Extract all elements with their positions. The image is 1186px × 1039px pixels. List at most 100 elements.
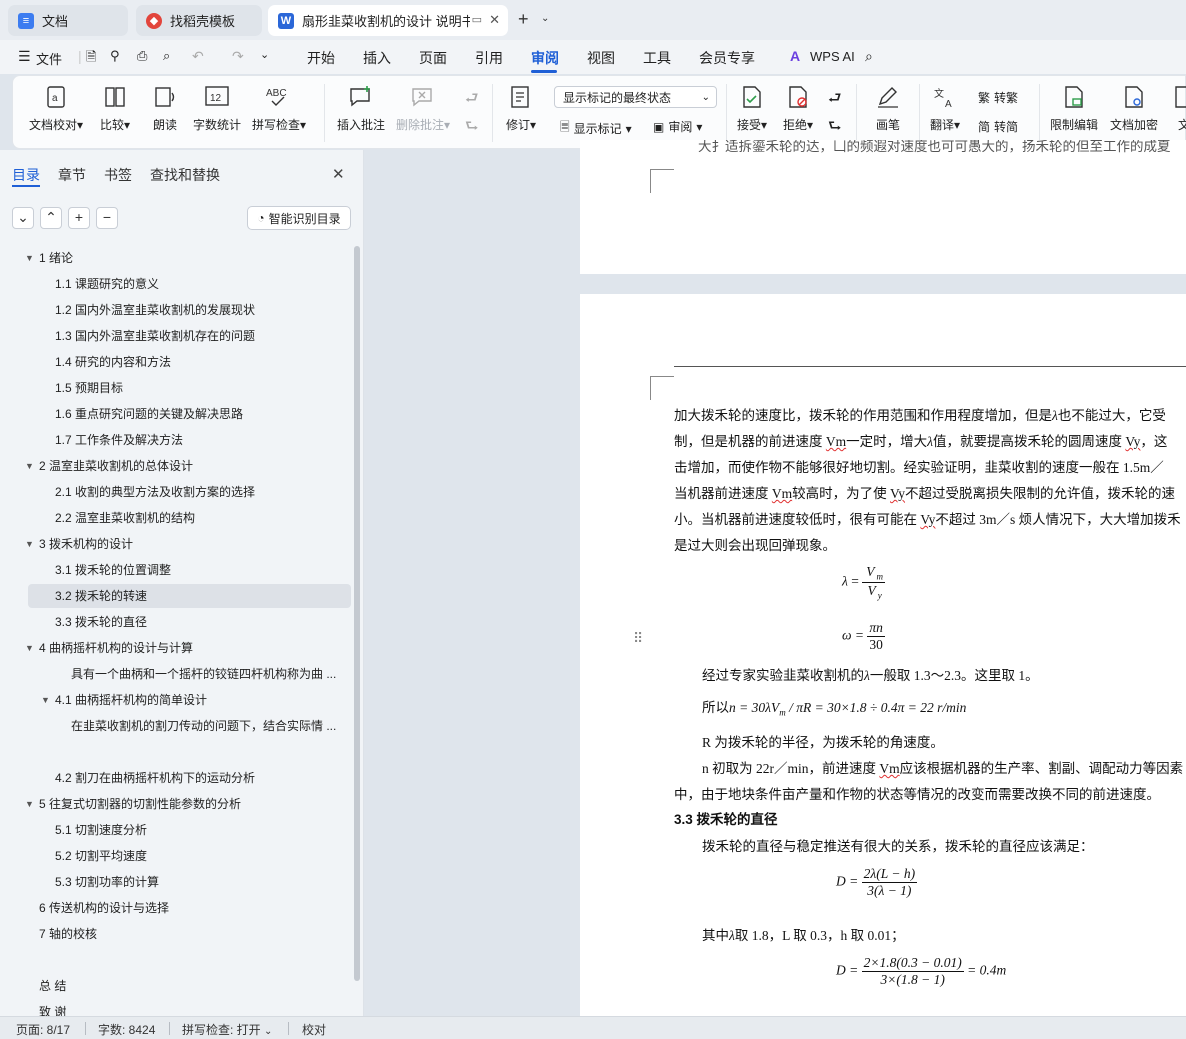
compare-button[interactable]: 比较▾ <box>100 84 130 133</box>
insert-comment-button[interactable]: 插入批注 <box>337 84 385 133</box>
add-heading-button[interactable]: + <box>68 207 90 229</box>
toc-item[interactable] <box>0 740 350 764</box>
restrict-edit-button[interactable]: 限制编辑 <box>1050 84 1098 133</box>
menu-start[interactable]: 开始 <box>307 48 335 68</box>
menu-page[interactable]: 页面 <box>419 48 447 68</box>
save-icon[interactable]: 🗎 <box>86 48 96 70</box>
search-icon[interactable]: ⌕ <box>865 48 873 65</box>
read-aloud-button[interactable]: 朗读 <box>152 84 178 133</box>
expand-triangle-icon[interactable]: ▼ <box>25 454 34 478</box>
word-count-button[interactable]: 12 字数统计 <box>193 84 241 133</box>
pen-button[interactable]: 画笔 <box>875 84 901 133</box>
tab-bookmarks[interactable]: 书签 <box>104 165 132 185</box>
toc-item[interactable]: ▼ 1 绪论 <box>0 246 350 270</box>
close-icon[interactable]: ✕ <box>489 12 500 28</box>
redo-icon[interactable]: ↷ <box>232 48 244 65</box>
chevron-down-icon[interactable]: ⌄ <box>541 13 549 24</box>
menu-file[interactable]: 文件 <box>36 49 62 68</box>
page-indicator[interactable]: 页面: 8/17 <box>16 1021 70 1038</box>
encrypt-button[interactable]: 文档加密 <box>1110 84 1158 133</box>
toc-item[interactable]: 5.1 切割速度分析 <box>0 818 350 842</box>
toc-item[interactable]: ▼ 2 温室韭菜收割机的总体设计 <box>0 454 350 478</box>
toc-item[interactable]: 1.3 国内外温室韭菜收割机存在的问题 <box>0 324 350 348</box>
menu-insert[interactable]: 插入 <box>363 48 391 68</box>
toc-item[interactable]: 1.6 重点研究问题的关键及解决思路 <box>0 402 350 426</box>
print-preview-icon[interactable]: ⌕ <box>163 48 170 64</box>
toc-item[interactable]: 1.2 国内外温室韭菜收割机的发展现状 <box>0 298 350 322</box>
menu-wps-ai[interactable]: WPS AI <box>810 49 855 64</box>
document-page-current[interactable]: 加大拨禾轮的速度比，拨禾轮的作用范围和作用程度增加，但是λ也不能过大，它受 制，… <box>580 294 1186 1016</box>
translate-button[interactable]: 文A 翻译▾ <box>930 84 960 133</box>
toc-item[interactable]: ▼ 4 曲柄摇杆机构的设计与计算 <box>0 636 350 660</box>
next-comment-icon[interactable]: ⮑ <box>465 116 479 141</box>
show-markup-button[interactable]: 🗏 显示标记 ▾ <box>560 118 632 139</box>
expand-triangle-icon[interactable]: ▼ <box>25 246 34 270</box>
revise-button[interactable]: 修订▾ <box>506 84 536 133</box>
toc-item[interactable]: 总 结 <box>0 974 350 998</box>
remove-heading-button[interactable]: − <box>96 207 118 229</box>
simp-button[interactable]: 简转简 <box>978 118 1018 135</box>
toc-item[interactable]: 1.4 研究的内容和方法 <box>0 350 350 374</box>
delete-comment-button[interactable]: 删除批注▾ <box>396 84 450 133</box>
toc-item[interactable]: 7 轴的校核 <box>0 922 350 946</box>
toc-item[interactable]: ▼ 5 往复式切割器的切割性能参数的分析 <box>0 792 350 816</box>
toc-item[interactable]: 3.3 拨禾轮的直径 <box>0 610 350 634</box>
drag-handle-icon[interactable]: ⠿ <box>633 630 643 647</box>
new-tab-icon[interactable]: + <box>518 9 529 30</box>
toc-item[interactable]: 1.5 预期目标 <box>0 376 350 400</box>
toc-item[interactable]: 5.3 切割功率的计算 <box>0 870 350 894</box>
smart-toc-button[interactable]: ◔ 智能识别目录 <box>247 206 351 230</box>
word-count-indicator[interactable]: 字数: 8424 <box>98 1021 155 1038</box>
spell-check-button[interactable]: ABC 拼写检查▾ <box>252 84 306 133</box>
menu-view[interactable]: 视图 <box>587 48 615 68</box>
expand-triangle-icon[interactable]: ▼ <box>25 792 34 816</box>
tab-toc[interactable]: 目录 <box>12 165 40 185</box>
close-panel-icon[interactable]: ✕ <box>332 165 345 183</box>
share-icon[interactable]: ⚲ <box>110 48 120 64</box>
reject-button[interactable]: 拒绝▾ <box>783 84 813 133</box>
tab-sections[interactable]: 章节 <box>58 165 86 185</box>
toc-item[interactable]: 2.2 温室韭菜收割机的结构 <box>0 506 350 530</box>
tab-docer[interactable]: ◆ 找稻壳模板 <box>136 5 262 36</box>
toc-item[interactable]: 5.2 切割平均速度 <box>0 844 350 868</box>
toc-item[interactable]: 1.7 工作条件及解决方法 <box>0 428 350 452</box>
toc-item[interactable]: ▼ 4.1 曲柄摇杆机构的简单设计 <box>0 688 350 712</box>
expand-triangle-icon[interactable]: ▼ <box>25 532 34 556</box>
accept-button[interactable]: 接受▾ <box>737 84 767 133</box>
doc-check-button[interactable]: a 文档校对▾ <box>29 84 83 133</box>
next-change-icon[interactable]: ⮑ <box>828 116 842 141</box>
trad-button[interactable]: 繁转繁 <box>978 89 1018 106</box>
toc-item[interactable]: 具有一个曲柄和一个摇杆的铰链四杆机构称为曲 ... <box>0 662 350 686</box>
expand-triangle-icon[interactable]: ▼ <box>41 688 50 712</box>
toc-item[interactable]: ▼ 3 拨禾机构的设计 <box>0 532 350 556</box>
toc-item[interactable]: 在韭菜收割机的割刀传动的问题下，结合实际情 ... <box>0 714 350 738</box>
proofread-indicator[interactable]: 校对 <box>302 1021 326 1038</box>
menu-review[interactable]: 审阅 <box>531 48 559 68</box>
toc-item[interactable]: 4.2 割刀在曲柄摇杆机构下的运动分析 <box>0 766 350 790</box>
toc-item[interactable]: 3.1 拨禾轮的位置调整 <box>0 558 350 582</box>
collapse-down-button[interactable]: ⌄ <box>12 207 34 229</box>
toc-item[interactable]: 1.1 课题研究的意义 <box>0 272 350 296</box>
toc-item[interactable]: 3.2 拨禾轮的转速 <box>28 584 351 608</box>
prev-change-icon[interactable]: ⮐ <box>828 88 842 113</box>
markup-mode-select[interactable]: 显示标记的最终状态 ⌄ <box>554 86 717 108</box>
tab-current-document[interactable]: W 扇形韭菜收割机的设计 说明书 ▭ ✕ <box>268 5 508 36</box>
expand-triangle-icon[interactable]: ▼ <box>25 636 34 660</box>
menu-reference[interactable]: 引用 <box>475 48 503 68</box>
more-doc-button[interactable]: 文 <box>1171 84 1186 133</box>
tab-find-replace[interactable]: 查找和替换 <box>150 165 220 185</box>
hamburger-icon[interactable]: ☰ <box>18 48 31 65</box>
prev-comment-icon[interactable]: ⮐ <box>465 88 479 113</box>
menu-member[interactable]: 会员专享 <box>699 48 755 68</box>
toc-item[interactable]: 2.1 收割的典型方法及收割方案的选择 <box>0 480 350 504</box>
toc-item[interactable]: 6 传送机构的设计与选择 <box>0 896 350 920</box>
tab-docs[interactable]: ≡ 文档 <box>8 5 128 36</box>
undo-icon[interactable]: ↶ <box>192 48 204 65</box>
toc-item[interactable] <box>0 948 350 972</box>
monitor-icon[interactable]: ▭ <box>472 13 482 26</box>
more-chevron-icon[interactable]: ⌄ <box>260 48 269 61</box>
spell-check-indicator[interactable]: 拼写检查: 打开 ⌄ <box>182 1021 272 1038</box>
review-pane-button[interactable]: ▣ 审阅 ▾ <box>653 118 702 135</box>
print-icon[interactable]: ⎙ <box>137 48 147 64</box>
collapse-up-button[interactable]: ⌃ <box>40 207 62 229</box>
